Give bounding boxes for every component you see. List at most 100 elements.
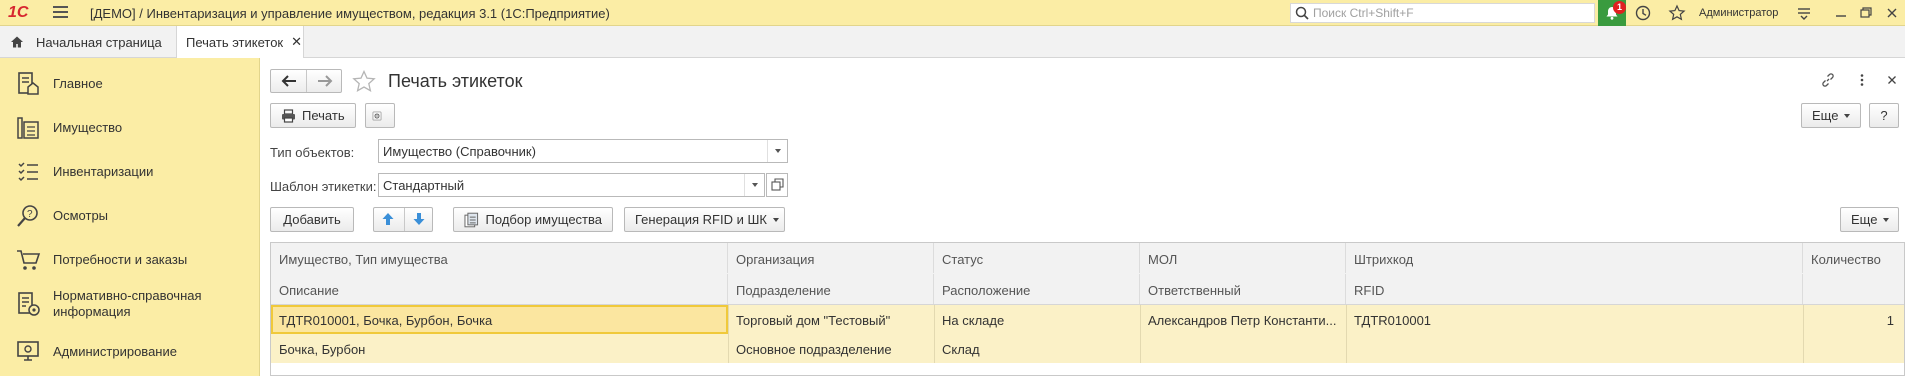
col-responsible-header[interactable]: Ответственный	[1140, 274, 1346, 304]
settings-menu-icon[interactable]	[1795, 4, 1813, 22]
svg-text:?: ?	[27, 209, 33, 220]
print-button[interactable]: Печать	[270, 103, 356, 128]
global-search[interactable]	[1290, 3, 1595, 23]
col-description-header[interactable]: Описание	[271, 274, 728, 304]
cell-quantity[interactable]: 1	[1803, 305, 1904, 334]
col-mol-header[interactable]: МОЛ	[1140, 243, 1346, 273]
close-window-icon[interactable]	[1883, 4, 1901, 22]
object-type-field[interactable]: Имущество (Справочник)	[378, 139, 788, 163]
sidebar-item-reference[interactable]: Нормативно-справочная информация	[0, 282, 260, 326]
main-menu-icon[interactable]	[53, 6, 68, 19]
cell-property[interactable]: ТДТR010001, Бочка, Бурбон, Бочка	[271, 305, 728, 334]
print-settings-button[interactable]	[365, 103, 395, 128]
generate-rfid-label: Генерация RFID и ШК	[635, 212, 767, 227]
open-window-icon	[771, 178, 784, 191]
link-icon[interactable]	[1820, 72, 1836, 88]
minimize-icon[interactable]	[1832, 4, 1850, 22]
labels-table: Имущество, Тип имущества Организация Ста…	[270, 242, 1905, 376]
tab-home-label: Начальная страница	[36, 34, 162, 50]
table-row[interactable]: ТДТR010001, Бочка, Бурбон, Бочка Торговы…	[271, 305, 1904, 363]
cell-responsible[interactable]	[1140, 334, 1346, 363]
history-nav	[270, 69, 342, 93]
select-property-button[interactable]: Подбор имущества	[453, 207, 613, 232]
table-more-label: Еще	[1851, 212, 1878, 227]
close-form-icon[interactable]	[1884, 72, 1900, 88]
favorites-icon[interactable]	[1668, 4, 1686, 22]
sidebar-item-admin[interactable]: Администрирование	[0, 330, 260, 374]
admin-icon	[17, 341, 39, 361]
sidebar-item-label: Инвентаризации	[53, 164, 154, 179]
cell-department[interactable]: Основное подразделение	[728, 334, 934, 363]
notifications-badge: 1	[1613, 1, 1626, 14]
window-title: [ДЕМО] / Инвентаризация и управление иму…	[90, 6, 610, 21]
col-organization-header[interactable]: Организация	[728, 243, 934, 273]
sidebar-item-label: Главное	[53, 76, 103, 91]
property-icon	[17, 117, 39, 139]
sidebar-item-main[interactable]: Главное	[0, 62, 260, 106]
cell-description[interactable]: Бочка, Бурбон	[271, 334, 728, 363]
chevron-down-icon[interactable]	[767, 140, 787, 162]
tab-home[interactable]: Начальная страница	[0, 26, 172, 58]
sidebar-item-label: Имущество	[53, 120, 123, 135]
tab-active-label: Печать этикеток	[186, 34, 284, 50]
sidebar-item-needs-orders[interactable]: Потребности и заказы	[0, 238, 260, 282]
col-property-header[interactable]: Имущество, Тип имущества	[271, 243, 728, 273]
user-name[interactable]: Администратор	[1699, 7, 1778, 19]
home-doc-icon	[18, 72, 39, 95]
cell-mol[interactable]: Александров Петр Константи...	[1140, 305, 1346, 334]
generate-rfid-button[interactable]: Генерация RFID и ШК	[624, 207, 785, 232]
arrow-right-icon	[318, 75, 333, 87]
tab-close-icon[interactable]: ✕	[291, 34, 302, 50]
restore-icon[interactable]	[1857, 4, 1875, 22]
col-location-header[interactable]: Расположение	[934, 274, 1140, 304]
sidebar-item-label: Администрирование	[53, 344, 177, 359]
help-button[interactable]: ?	[1869, 103, 1899, 128]
cell-barcode[interactable]: ТДТR010001	[1346, 305, 1803, 334]
sidebar-item-label: Потребности и заказы	[53, 252, 188, 267]
back-button[interactable]	[271, 70, 306, 92]
notifications-button[interactable]: 1	[1598, 0, 1626, 26]
more-actions-icon[interactable]	[1854, 72, 1870, 88]
col-quantity-header[interactable]: Количество	[1803, 243, 1904, 304]
settings-gear-icon	[372, 111, 382, 120]
sidebar-item-inspections[interactable]: ? Осмотры	[0, 194, 260, 238]
open-template-button[interactable]	[766, 173, 788, 197]
sidebar-item-inventories[interactable]: Инвентаризации	[0, 150, 260, 194]
title-bar: 1С [ДЕМО] / Инвентаризация и управление …	[0, 0, 1905, 26]
tab-print-labels[interactable]: Печать этикеток ✕	[176, 26, 304, 59]
col-barcode-header[interactable]: Штрихкод	[1346, 243, 1803, 273]
history-icon[interactable]	[1634, 4, 1652, 22]
search-input[interactable]	[1313, 5, 1593, 21]
forward-button[interactable]	[307, 70, 342, 92]
search-icon	[1295, 6, 1309, 20]
table-more-button[interactable]: Еще	[1840, 207, 1899, 232]
sidebar-item-property[interactable]: Имущество	[0, 106, 260, 150]
template-label: Шаблон этикетки:	[270, 179, 377, 194]
object-type-label: Тип объектов:	[270, 145, 355, 160]
object-type-value: Имущество (Справочник)	[383, 144, 536, 159]
sidebar-item-label: Осмотры	[53, 208, 109, 223]
reference-icon	[18, 292, 40, 316]
cell-location[interactable]: Склад	[934, 334, 1140, 363]
printer-icon	[282, 108, 295, 123]
sections-sidebar: Главное Имущество Инвентаризации ? Осмот…	[0, 58, 260, 376]
cell-status[interactable]: На складе	[934, 305, 1140, 334]
col-department-header[interactable]: Подразделение	[728, 274, 934, 304]
more-button-label: Еще	[1812, 108, 1839, 123]
print-button-label: Печать	[302, 108, 345, 123]
col-rfid-header[interactable]: RFID	[1346, 274, 1803, 304]
cell-organization[interactable]: Торговый дом "Тестовый"	[728, 305, 934, 334]
chevron-down-icon[interactable]	[744, 174, 764, 196]
add-button[interactable]: Добавить	[270, 207, 354, 232]
favorite-star-icon[interactable]	[352, 70, 376, 92]
more-button[interactable]: Еще	[1801, 103, 1861, 128]
template-field[interactable]: Стандартный	[378, 173, 765, 197]
arrow-up-icon	[382, 213, 394, 225]
col-status-header[interactable]: Статус	[934, 243, 1140, 273]
help-button-label: ?	[1880, 108, 1888, 123]
arrow-left-icon	[281, 75, 296, 87]
cell-rfid[interactable]	[1346, 334, 1803, 363]
move-down-button[interactable]	[404, 208, 433, 231]
form-title: Печать этикеток	[388, 71, 523, 91]
move-up-button[interactable]	[374, 208, 403, 231]
